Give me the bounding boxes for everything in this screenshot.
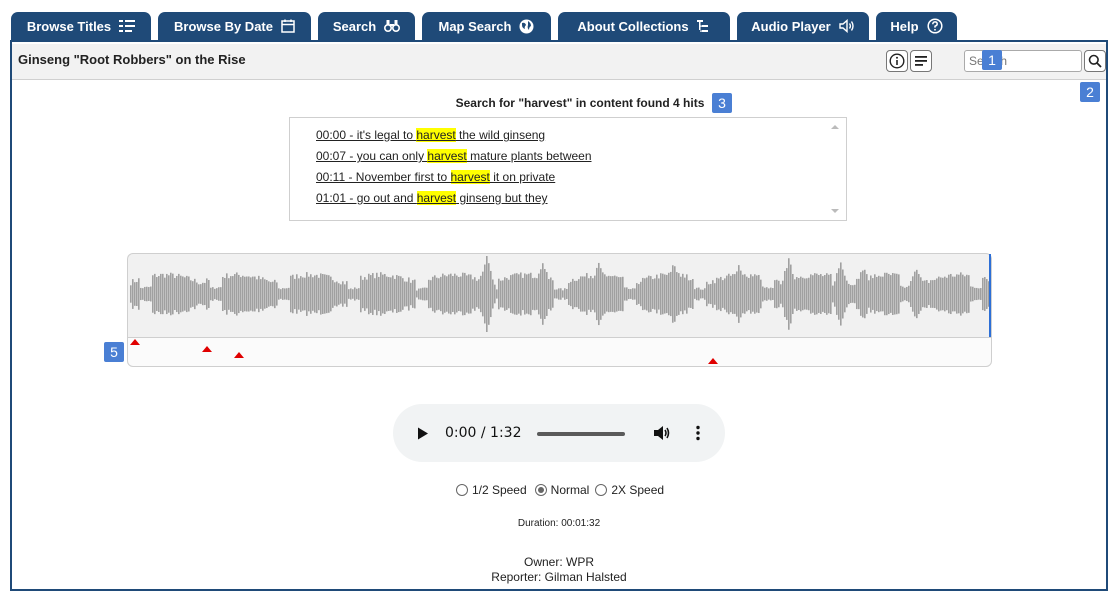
waveform-graphic — [130, 256, 990, 332]
help-circle-icon — [927, 18, 943, 34]
result-text: 00:00 - it's legal to — [316, 128, 417, 142]
result-text: it on private — [489, 170, 556, 184]
speed-label: 1/2 Speed — [471, 483, 527, 497]
result-text: mature plants between — [466, 149, 592, 163]
tab-label: Search — [332, 18, 377, 34]
info-button[interactable] — [886, 50, 908, 72]
tab-audio-player[interactable]: Audio Player — [737, 12, 869, 40]
more-options-icon[interactable] — [696, 425, 700, 441]
speed-half-radio[interactable] — [455, 484, 468, 496]
search-result-item[interactable]: 00:00 - it's legal to harvest the wild g… — [316, 128, 545, 142]
tab-label: Audio Player — [751, 18, 831, 34]
binoculars-icon — [384, 19, 401, 33]
result-text: 00:11 - November first to — [316, 170, 451, 184]
globe-icon — [519, 19, 534, 34]
lines-icon — [915, 56, 927, 66]
callout-badge: 1 — [982, 50, 1002, 70]
page-title: Ginseng "Root Robbers" on the Rise — [18, 52, 246, 67]
speed-label: 2X Speed — [611, 483, 665, 497]
search-result-item[interactable]: 00:11 - November first to harvest it on … — [316, 170, 555, 184]
title-bar: Ginseng "Root Robbers" on the Rise — [12, 44, 1106, 80]
hit-marker[interactable] — [234, 352, 244, 358]
speed-label: Normal — [550, 483, 590, 497]
playhead[interactable] — [989, 254, 991, 338]
tab-map-search[interactable]: Map Search — [422, 12, 551, 40]
tab-browse-by-date[interactable]: Browse By Date — [158, 12, 311, 40]
tab-search[interactable]: Search — [318, 12, 415, 40]
tab-label: Help — [890, 18, 919, 34]
tree-icon — [696, 19, 711, 33]
progress-slider[interactable] — [537, 432, 625, 436]
speed-2x-radio[interactable] — [595, 484, 608, 496]
hit-marker[interactable] — [130, 339, 140, 345]
result-text: 00:07 - you can only — [316, 149, 428, 163]
speed-options: 1/2 Speed Normal 2X Speed — [0, 483, 1118, 497]
owner-text: Owner: WPR — [523, 555, 594, 569]
scroll-down-icon[interactable] — [830, 207, 840, 215]
audio-player: 0:00 / 1:32 — [393, 404, 725, 462]
callout-badge: 5 — [104, 342, 124, 362]
tab-browse-titles[interactable]: Browse Titles — [11, 12, 151, 40]
tab-bar: Browse Titles Browse By Date Search Map … — [0, 0, 1118, 42]
result-highlight: harvest — [416, 191, 457, 205]
search-results-list[interactable]: 00:00 - it's legal to harvest the wild g… — [289, 117, 847, 221]
speed-normal-radio[interactable] — [534, 484, 547, 496]
waveform[interactable] — [127, 253, 992, 338]
tab-label: Browse Titles — [26, 18, 112, 34]
list-icon — [119, 19, 136, 33]
search-result-item[interactable]: 00:07 - you can only harvest mature plan… — [316, 149, 592, 163]
hit-marker[interactable] — [708, 358, 718, 364]
tab-help[interactable]: Help — [876, 12, 957, 40]
calendar-icon — [281, 19, 295, 33]
hit-marker-track[interactable] — [127, 337, 992, 367]
result-highlight: harvest — [450, 170, 490, 184]
transcript-button[interactable] — [910, 50, 932, 72]
result-text: 01:01 - go out and — [316, 191, 417, 205]
play-icon[interactable] — [417, 427, 429, 440]
result-text: the wild ginseng — [455, 128, 546, 142]
volume-icon[interactable] — [653, 425, 671, 441]
scroll-up-icon[interactable] — [830, 123, 840, 131]
hit-marker[interactable] — [202, 346, 212, 352]
search-result-item[interactable]: 01:01 - go out and harvest ginseng but t… — [316, 191, 548, 205]
search-button[interactable] — [1084, 50, 1106, 72]
tab-label: About Collections — [577, 18, 689, 34]
duration-text: Duration: 00:01:32 — [517, 518, 601, 529]
time-display: 0:00 / 1:32 — [445, 425, 522, 441]
tab-label: Map Search — [438, 18, 512, 34]
info-icon — [889, 53, 905, 69]
reporter-text: Reporter: Gilman Halsted — [491, 570, 627, 584]
speaker-icon — [839, 19, 855, 33]
result-highlight: harvest — [416, 128, 456, 142]
tab-about-collections[interactable]: About Collections — [558, 12, 730, 40]
tab-label: Browse By Date — [174, 18, 273, 34]
search-icon — [1088, 54, 1102, 68]
search-results-heading: Search for "harvest" in content found 4 … — [455, 96, 705, 110]
result-text: ginseng but they — [456, 191, 548, 205]
result-highlight: harvest — [427, 149, 467, 163]
